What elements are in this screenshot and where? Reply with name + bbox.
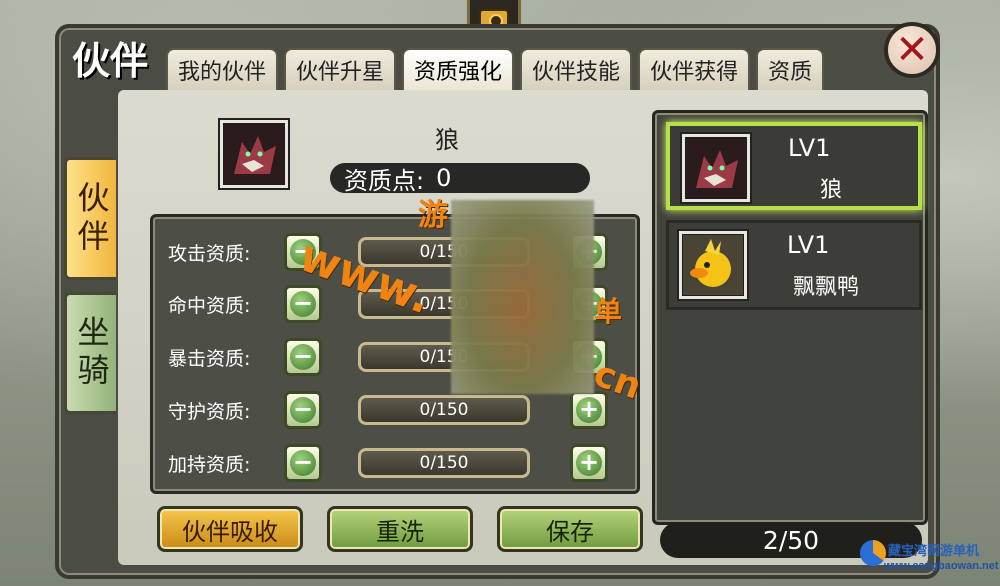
absorb-partner-button[interactable]: 伙伴吸收 xyxy=(157,506,303,552)
wolf-portrait-icon xyxy=(680,132,752,204)
aptitude-points-label: 资质点: xyxy=(344,166,425,195)
tab-bar: 我的伙伴 伙伴升星 资质强化 伙伴技能 伙伴获得 资质 xyxy=(166,48,868,90)
stat-label: 暴击资质: xyxy=(168,347,251,370)
stat-label: 加持资质: xyxy=(168,453,251,476)
tab-partner-obtain[interactable]: 伙伴获得 xyxy=(638,48,751,90)
close-button[interactable]: ✕ xyxy=(884,22,940,78)
minus-icon: − xyxy=(290,344,316,370)
tab-aptitude-more[interactable]: 资质 xyxy=(756,48,825,90)
stat-row-blessing: 加持资质: − 0/150 + xyxy=(168,443,608,483)
stat-bar: 0/150 xyxy=(358,395,530,425)
tab-partner-star-up[interactable]: 伙伴升星 xyxy=(284,48,397,90)
aptitude-points: 资质点: 0 xyxy=(330,163,590,195)
partner-name: 狼 xyxy=(820,178,843,203)
save-button[interactable]: 保存 xyxy=(497,506,643,552)
stat-bar: 0/150 xyxy=(358,448,530,478)
site-logo-icon xyxy=(860,540,886,566)
minus-button[interactable]: − xyxy=(284,285,322,323)
tab-aptitude-enhance[interactable]: 资质强化 xyxy=(402,48,515,90)
minus-icon: − xyxy=(290,397,316,423)
stat-label: 攻击资质: xyxy=(168,242,251,265)
partner-card-duck[interactable]: LV1 飘飘鸭 xyxy=(666,220,922,310)
partner-name: 飘飘鸭 xyxy=(793,275,860,300)
stat-label: 命中资质: xyxy=(168,294,251,317)
watermark-char: 游 xyxy=(418,198,448,233)
minus-button[interactable]: − xyxy=(284,391,322,429)
blurred-watermark-patch xyxy=(451,200,594,394)
minus-icon: − xyxy=(290,291,316,317)
side-tab-mount[interactable]: 坐骑 xyxy=(64,292,116,414)
stat-row-guard: 守护资质: − 0/150 + xyxy=(168,390,608,430)
plus-button[interactable]: + xyxy=(570,444,608,482)
side-tab-partner[interactable]: 伙伴 xyxy=(64,157,116,280)
reroll-button[interactable]: 重洗 xyxy=(327,506,473,552)
plus-icon: + xyxy=(576,397,602,423)
close-icon: ✕ xyxy=(895,27,929,73)
wolf-portrait-icon xyxy=(218,118,290,190)
minus-button[interactable]: − xyxy=(284,444,322,482)
site-logo: 藏宝湾网游单机 www.cangbaowan.net xyxy=(858,534,999,582)
window-title: 伙伴 xyxy=(72,41,149,83)
watermark-char: 单 xyxy=(594,295,623,328)
minus-button[interactable]: − xyxy=(284,338,322,376)
partner-level: LV1 xyxy=(788,134,831,162)
tab-partner-skills[interactable]: 伙伴技能 xyxy=(520,48,633,90)
duck-portrait-icon xyxy=(677,229,749,301)
partner-level: LV1 xyxy=(787,231,830,259)
plus-icon: + xyxy=(576,450,602,476)
tab-my-partners[interactable]: 我的伙伴 xyxy=(166,48,279,90)
minus-icon: − xyxy=(290,450,316,476)
selected-partner-name: 狼 xyxy=(435,126,459,154)
partner-card-wolf[interactable]: LV1 狼 xyxy=(666,122,922,210)
site-logo-url: www.cangbaowan.net xyxy=(884,560,999,572)
site-logo-name: 藏宝湾网游单机 xyxy=(888,543,980,558)
aptitude-points-value: 0 xyxy=(436,164,452,192)
stat-label: 守护资质: xyxy=(168,400,251,423)
